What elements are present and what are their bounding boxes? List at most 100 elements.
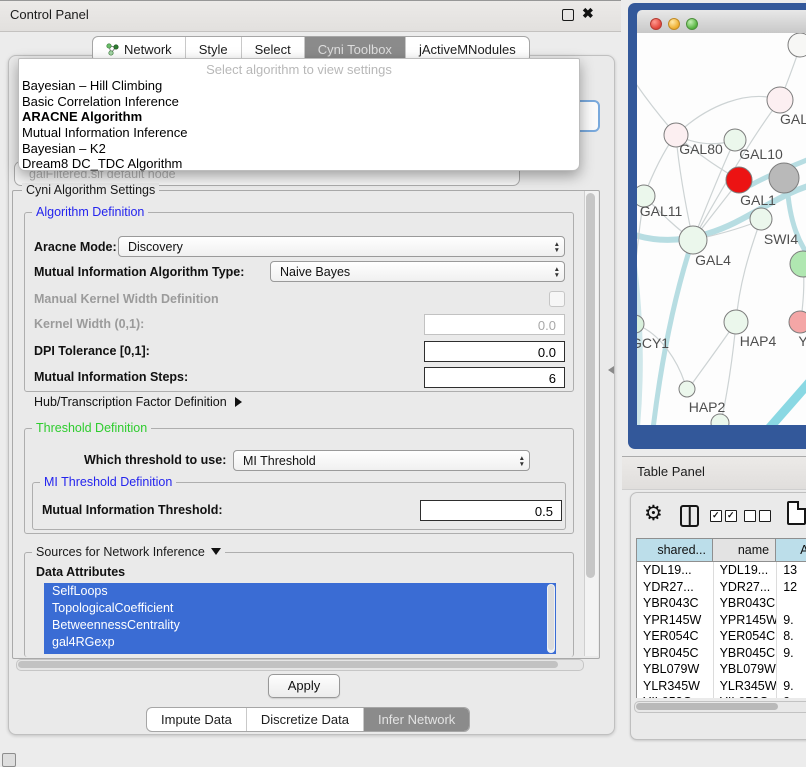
table-column-header[interactable]: name — [712, 539, 775, 561]
network-node[interactable] — [711, 414, 729, 425]
table-cell: YPR145W — [713, 612, 777, 629]
table-cell: YBL079W — [713, 661, 777, 678]
sources-group-title[interactable]: Sources for Network Inference — [32, 545, 225, 559]
threshold-definition-title: Threshold Definition — [32, 421, 151, 435]
network-node-hap4[interactable] — [724, 310, 748, 334]
table-cell: 13 — [776, 562, 806, 579]
deselect-checkbox-icon[interactable] — [744, 510, 756, 522]
which-threshold-select[interactable]: MI Threshold ▲▼ — [233, 450, 530, 471]
table-cell: YIL052C — [637, 694, 713, 698]
table-cell: 9. — [776, 612, 806, 629]
expand-right-icon — [235, 397, 242, 407]
attributes-scrollbar-thumb[interactable] — [548, 585, 554, 650]
attribute-item[interactable]: SelfLoops — [44, 583, 556, 600]
table-row[interactable]: YDL19...YDL19...13 — [637, 562, 806, 579]
table-cell: YDL19... — [713, 562, 777, 579]
table-cell: YBR045C — [637, 645, 713, 662]
node-label: HAP4 — [740, 333, 777, 349]
hub-definition-expander[interactable]: Hub/Transcription Factor Definition — [34, 395, 242, 409]
algorithm-option[interactable]: Dream8 DC_TDC Algorithm — [19, 156, 579, 172]
settings-horizontal-scrollbar-thumb[interactable] — [18, 661, 558, 668]
table-row[interactable]: YBR043CYBR043C — [637, 595, 806, 612]
network-node-y[interactable] — [789, 311, 806, 333]
network-node-gal4[interactable] — [679, 226, 707, 254]
split-collapse-icon[interactable] — [608, 366, 614, 374]
table-column-header[interactable]: shared... — [637, 539, 712, 561]
attribute-item[interactable]: gal4RGexp — [44, 634, 556, 651]
network-window-titlebar[interactable] — [637, 10, 806, 34]
network-node-hap2[interactable] — [679, 381, 695, 397]
algorithm-option[interactable]: Mutual Information Inference — [19, 125, 579, 141]
table-cell: YDR27... — [637, 579, 713, 596]
algorithm-option[interactable]: Bayesian – Hill Climbing — [19, 78, 579, 94]
network-edge[interactable] — [676, 97, 780, 135]
network-node[interactable] — [790, 251, 806, 277]
table-row[interactable]: YER054CYER054C8. — [637, 628, 806, 645]
table-cell: 9. — [776, 678, 806, 695]
tab-infer-network[interactable]: Infer Network — [363, 708, 469, 731]
node-label: GAL10 — [739, 146, 783, 162]
deselect-checkbox-icon-2[interactable] — [759, 510, 771, 522]
tab-discretize-data[interactable]: Discretize Data — [246, 708, 363, 731]
export-table-icon[interactable] — [787, 501, 806, 525]
control-panel-titlebar — [0, 0, 621, 32]
minimized-panel-icon[interactable] — [2, 753, 16, 767]
control-panel-title: Control Panel — [10, 7, 89, 22]
network-edge[interactable] — [765, 369, 806, 425]
network-node[interactable] — [788, 33, 806, 57]
aracne-mode-select[interactable]: Discovery ▲▼ — [118, 236, 565, 257]
dpi-tolerance-field[interactable]: 0.0 — [424, 341, 565, 362]
network-canvas[interactable]: GALGAL80GAL10GAL1GAL11SWI4GAL4HAP4YGCY1H… — [637, 33, 806, 425]
algorithm-option[interactable]: Bayesian – K2 — [19, 141, 579, 157]
table-body: YDL19...YDL19...13YDR27...YDR27...12YBR0… — [636, 562, 806, 698]
close-icon[interactable]: ✖ — [582, 5, 594, 22]
table-row[interactable]: YIL052CYIL052C9. — [637, 694, 806, 698]
gear-icon[interactable]: ⚙ — [644, 501, 663, 526]
stepper-icon: ▲▼ — [554, 262, 560, 283]
columns-icon[interactable] — [680, 505, 699, 527]
data-attributes-list[interactable]: SelfLoopsTopologicalCoefficientBetweenne… — [44, 583, 556, 654]
network-node[interactable] — [769, 163, 799, 193]
settings-vertical-scrollbar-thumb[interactable] — [586, 193, 595, 578]
mi-type-select[interactable]: Naive Bayes ▲▼ — [270, 261, 565, 282]
table-cell: YER054C — [637, 628, 713, 645]
select-all-checkbox-icon[interactable]: ✓ — [710, 510, 722, 522]
zoom-traffic-light-icon[interactable] — [686, 18, 698, 30]
attribute-item[interactable]: BetweennessCentrality — [44, 617, 556, 634]
node-label: Y — [798, 333, 806, 349]
table-column-header[interactable]: A — [775, 539, 806, 561]
node-table: shared...nameA YDL19...YDL19...13YDR27..… — [636, 538, 806, 698]
attribute-item[interactable]: TopologicalCoefficient — [44, 600, 556, 617]
table-cell: YDR27... — [713, 579, 777, 596]
table-cell: YBR043C — [637, 595, 713, 612]
network-node-swi4[interactable] — [750, 208, 772, 230]
table-row[interactable]: YLR345WYLR345W9. — [637, 678, 806, 695]
table-cell: 9. — [776, 645, 806, 662]
table-row[interactable]: YPR145WYPR145W9. — [637, 612, 806, 629]
kernel-width-field[interactable]: 0.0 — [424, 314, 565, 335]
algorithm-option[interactable]: ARACNE Algorithm — [19, 109, 579, 125]
manual-kernel-checkbox[interactable] — [549, 291, 565, 307]
mi-threshold-field[interactable]: 0.5 — [420, 500, 562, 521]
table-horizontal-scrollbar-thumb[interactable] — [636, 703, 778, 710]
network-edge[interactable] — [736, 222, 760, 322]
network-node-gal[interactable] — [767, 87, 793, 113]
algorithm-option[interactable]: Basic Correlation Inference — [19, 94, 579, 110]
apply-button[interactable]: Apply — [268, 674, 340, 698]
close-traffic-light-icon[interactable] — [650, 18, 662, 30]
tab-label: Style — [199, 42, 228, 57]
mi-threshold-group-title: MI Threshold Definition — [40, 475, 176, 489]
kernel-width-label: Kernel Width (0,1): — [34, 317, 144, 331]
minimize-traffic-light-icon[interactable] — [668, 18, 680, 30]
select-all-checkbox-icon-2[interactable]: ✓ — [725, 510, 737, 522]
float-window-icon[interactable] — [562, 9, 574, 21]
mi-steps-field[interactable]: 6 — [424, 367, 565, 388]
table-row[interactable]: YBR045CYBR045C9. — [637, 645, 806, 662]
table-row[interactable]: YBL079WYBL079W — [637, 661, 806, 678]
tab-impute-data[interactable]: Impute Data — [147, 708, 246, 731]
network-node-gcy1[interactable] — [637, 315, 644, 333]
node-label: GAL4 — [695, 252, 731, 268]
table-cell: YDL19... — [637, 562, 713, 579]
network-node-gal1[interactable] — [726, 167, 752, 193]
table-row[interactable]: YDR27...YDR27...12 — [637, 579, 806, 596]
